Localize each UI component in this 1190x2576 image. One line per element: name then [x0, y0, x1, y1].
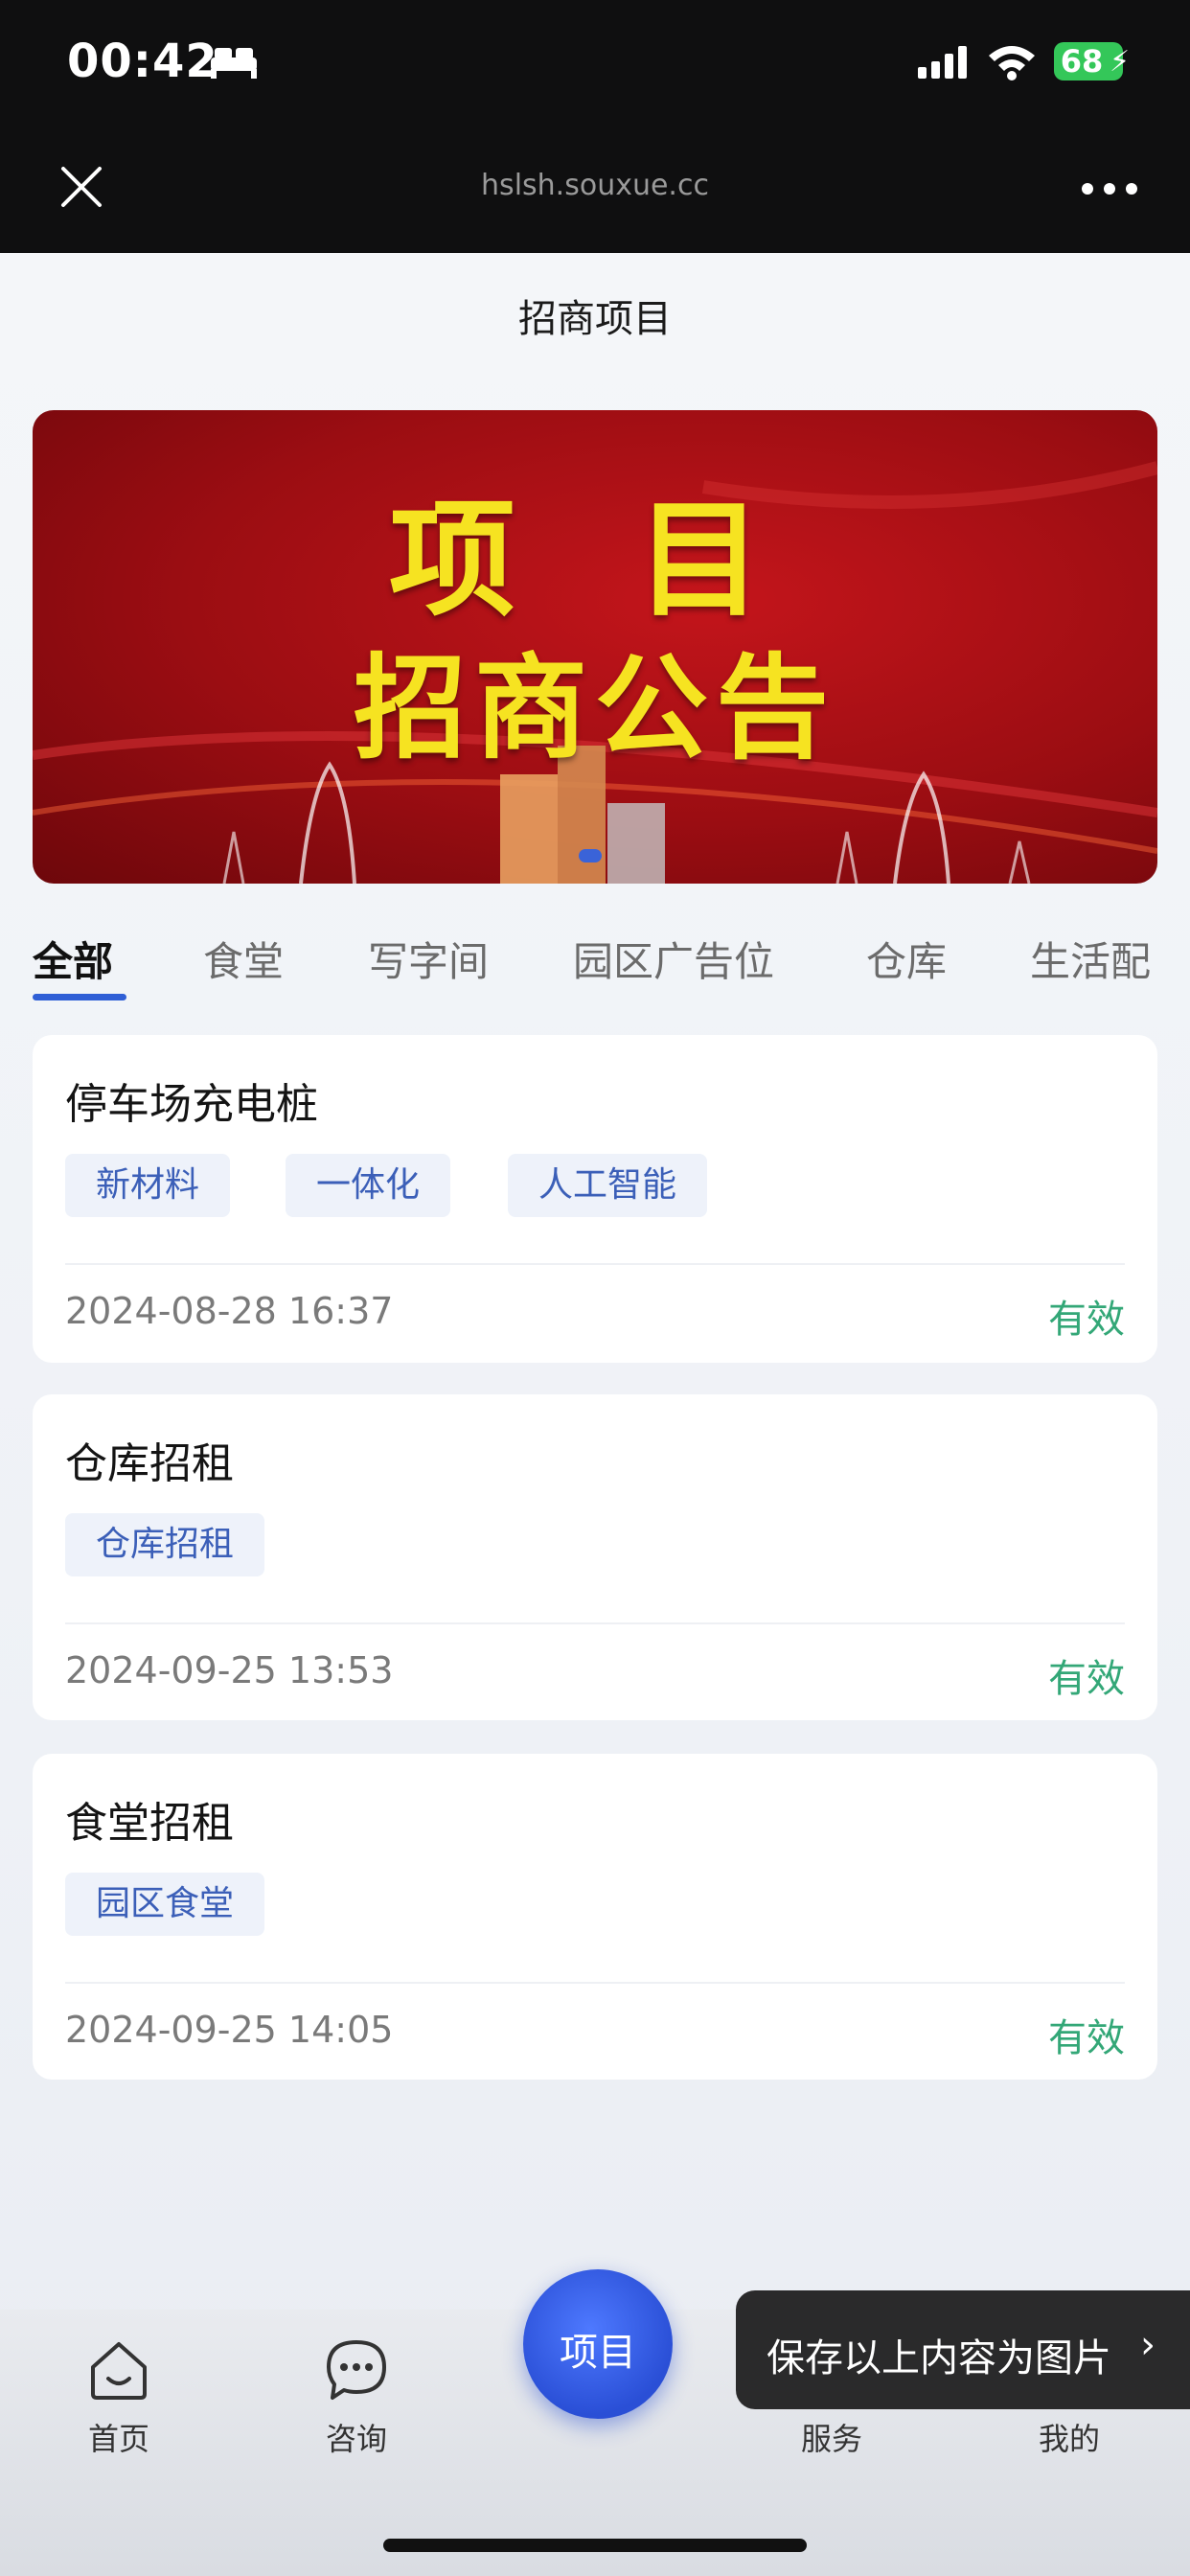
- carousel-indicator: [579, 849, 602, 862]
- page-title: 招商项目: [518, 297, 672, 341]
- nav-label-consult: 咨询: [325, 2421, 387, 2457]
- nav-item-home[interactable]: 首页: [33, 2329, 205, 2472]
- card-divider: [65, 1622, 1125, 1624]
- project-tag: 新材料: [65, 1154, 231, 1217]
- project-tag: 仓库招租: [65, 1513, 265, 1576]
- chevron-right-icon: ›: [1140, 2323, 1156, 2367]
- project-card[interactable]: 仓库招租 仓库招租 2024-09-25 13:53 有效: [33, 1394, 1157, 1720]
- tab-all[interactable]: 全部: [33, 930, 113, 988]
- project-title: 食堂招租: [65, 1799, 234, 1848]
- signal-icon: [918, 46, 967, 79]
- banner-carousel[interactable]: 项 目 招商公告: [33, 410, 1157, 884]
- nav-item-service[interactable]: 服务: [745, 2415, 918, 2472]
- wifi-icon: [989, 46, 1035, 80]
- charging-bolt-icon: ⚡: [1110, 45, 1131, 79]
- tab-living[interactable]: 生活配: [1030, 930, 1151, 988]
- project-title: 停车场充电桩: [65, 1080, 318, 1129]
- project-status: 有效: [1048, 2016, 1125, 2060]
- home-indicator: [383, 2539, 807, 2552]
- nav-label-home: 首页: [87, 2421, 149, 2457]
- nav-item-mine[interactable]: 我的: [983, 2415, 1156, 2472]
- status-time: 00:42: [67, 34, 218, 88]
- home-icon: [91, 2342, 147, 2400]
- tab-warehouse[interactable]: 仓库: [866, 930, 947, 988]
- card-divider: [65, 1263, 1125, 1265]
- nav-label-mine: 我的: [1038, 2421, 1100, 2457]
- nav-label-projects: 项目: [560, 2331, 636, 2375]
- more-options-icon[interactable]: [1081, 182, 1138, 196]
- project-date: 2024-08-28 16:37: [65, 1290, 394, 1332]
- project-tag: 一体化: [286, 1154, 451, 1217]
- browser-url: hslsh.souxue.cc: [481, 169, 709, 202]
- project-date: 2024-09-25 13:53: [65, 1649, 394, 1691]
- nav-item-consult[interactable]: 咨询: [270, 2329, 443, 2472]
- project-date: 2024-09-25 14:05: [65, 2009, 394, 2051]
- chat-bubble-icon: [327, 2340, 386, 2400]
- project-tag: 人工智能: [508, 1154, 708, 1217]
- tab-office[interactable]: 写字间: [368, 930, 489, 988]
- nav-label-service: 服务: [800, 2421, 862, 2457]
- banner-subheading: 招商公告: [353, 642, 836, 774]
- active-tab-indicator: [33, 994, 126, 1000]
- card-divider: [65, 1982, 1125, 1984]
- project-tag: 园区食堂: [65, 1873, 265, 1936]
- banner-heading: 项 目: [389, 487, 801, 634]
- toast-text: 保存以上内容为图片: [767, 2336, 1111, 2380]
- tab-park-ad-space[interactable]: 园区广告位: [573, 930, 774, 988]
- sleep-focus-icon: [211, 48, 257, 79]
- project-title: 仓库招租: [65, 1439, 234, 1488]
- battery-level: 68: [1060, 43, 1104, 80]
- tab-canteen[interactable]: 食堂: [203, 930, 284, 988]
- project-card[interactable]: 食堂招租 园区食堂 2024-09-25 14:05 有效: [33, 1754, 1157, 2080]
- project-status: 有效: [1048, 1657, 1125, 1701]
- project-status: 有效: [1048, 1298, 1125, 1342]
- project-card[interactable]: 停车场充电桩 新材料 一体化 人工智能 2024-08-28 16:37 有效: [33, 1035, 1157, 1363]
